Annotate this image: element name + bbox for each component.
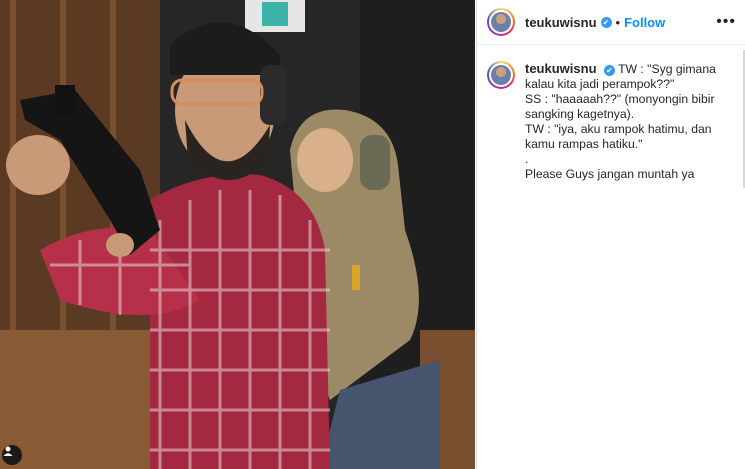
caption-comment: teukuwisnu ✔ TW : "Syg gimana kalau kita… [477,45,745,182]
avatar-image [491,65,511,85]
verified-badge-icon: ✔ [600,16,612,28]
post-photo[interactable] [0,0,475,469]
photo-illustration [0,0,475,469]
caption-line: . [525,152,529,166]
post-header: teukuwisnu ✔ • Follow ••• [477,0,745,45]
caption-username[interactable]: teukuwisnu [525,61,597,76]
caption-line: SS : "haaaaah??" (monyongin bibir [525,92,715,106]
user-tag-button[interactable] [2,445,22,465]
verified-badge-icon: ✔ [603,65,615,76]
caption-line: TW : "iya, aku rampok hatimu, dan [525,122,712,136]
author-avatar[interactable] [487,8,515,36]
caption-line: Please Guys jangan muntah ya [525,167,695,181]
header-separator: • [615,14,621,30]
caption-avatar[interactable] [487,61,515,89]
caption-line: TW : "Syg gimana [618,62,716,76]
post-side-panel: teukuwisnu ✔ • Follow ••• teukuwisnu ✔ T… [476,0,745,469]
caption-line: kalau kita jadi perampok??" [525,77,675,91]
avatar-image [491,12,511,32]
more-options-icon[interactable]: ••• [716,13,736,31]
caption-line: kamu rampas hatiku." [525,137,643,151]
caption-text: teukuwisnu ✔ TW : "Syg gimana kalau kita… [525,61,725,182]
person-icon [3,446,13,456]
author-username[interactable]: teukuwisnu [525,15,597,30]
follow-button[interactable]: Follow [624,15,665,30]
caption-line: sangking kagetnya). [525,107,635,121]
